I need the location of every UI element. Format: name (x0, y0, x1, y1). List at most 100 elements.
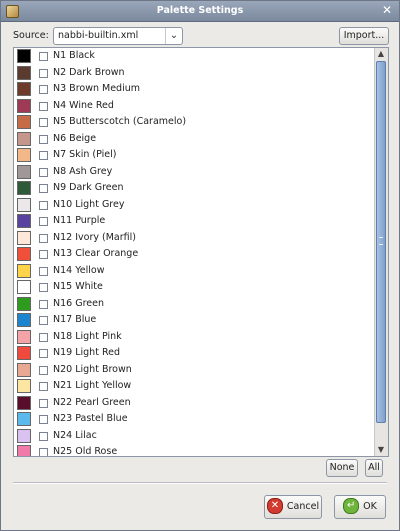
palette-checkbox[interactable] (39, 448, 48, 456)
palette-label: N8 Ash Grey (53, 165, 113, 177)
ok-button[interactable]: ↵ OK (334, 495, 386, 519)
palette-label: N17 Blue (53, 314, 97, 325)
palette-list-items: N1 Black N2 Dark Brown N3 Brown Medium N4 W… (14, 48, 375, 456)
palette-checkbox[interactable] (39, 217, 48, 226)
palette-row[interactable]: N10 Light Grey (14, 197, 375, 214)
palette-row[interactable]: N19 Light Red (14, 345, 375, 362)
palette-label: N22 Pearl Green (53, 396, 131, 408)
vertical-scrollbar[interactable]: ▲ ▼ (374, 48, 388, 456)
palette-row[interactable]: N17 Blue (14, 312, 375, 329)
palette-row[interactable]: N14 Yellow (14, 263, 375, 280)
color-swatch (17, 379, 31, 393)
palette-row[interactable]: N13 Clear Orange (14, 246, 375, 263)
palette-row[interactable]: N18 Light Pink (14, 329, 375, 346)
palette-checkbox[interactable] (39, 200, 48, 210)
palette-row[interactable]: N1 Black (14, 48, 375, 65)
window-title: Palette Settings (156, 5, 244, 16)
palette-checkbox[interactable] (39, 134, 48, 144)
palette-row[interactable]: N11 Purple (14, 213, 375, 230)
source-label: Source: (13, 30, 49, 41)
color-swatch (17, 164, 31, 179)
palette-checkbox[interactable] (39, 431, 48, 441)
palette-checkbox[interactable] (39, 233, 48, 243)
palette-checkbox[interactable] (39, 68, 48, 78)
color-swatch (17, 98, 31, 113)
color-swatch (17, 362, 31, 377)
palette-checkbox[interactable] (39, 332, 48, 342)
color-swatch (17, 263, 31, 278)
scrollbar-thumb[interactable] (376, 61, 386, 423)
select-all-button[interactable]: All (365, 459, 383, 477)
palette-checkbox[interactable] (39, 151, 48, 160)
palette-label: N19 Light Red (53, 347, 120, 358)
palette-checkbox[interactable] (39, 398, 48, 408)
palette-row[interactable]: N21 Light Yellow (14, 378, 375, 395)
palette-label: N11 Purple (53, 215, 106, 226)
palette-label: N25 Old Rose (53, 446, 118, 456)
chevron-down-icon[interactable]: ⌄ (165, 28, 182, 44)
palette-list[interactable]: N1 Black N2 Dark Brown N3 Brown Medium N4 W… (13, 47, 389, 457)
palette-checkbox[interactable] (39, 85, 48, 94)
palette-checkbox[interactable] (39, 316, 48, 325)
cancel-button[interactable]: ✕ Cancel (264, 495, 322, 519)
close-icon[interactable]: ✕ (381, 4, 393, 16)
palette-row[interactable]: N7 Skin (Piel) (14, 147, 375, 164)
import-button[interactable]: Import... (339, 27, 389, 45)
source-select[interactable]: nabbi-builtin.xml ⌄ (53, 27, 183, 45)
palette-label: N13 Clear Orange (53, 248, 139, 259)
palette-checkbox[interactable] (39, 415, 48, 424)
palette-checkbox[interactable] (39, 365, 48, 375)
palette-row[interactable]: N23 Pastel Blue (14, 411, 375, 428)
color-swatch (17, 247, 31, 261)
palette-row[interactable]: N5 Butterscotch (Caramelo) (14, 114, 375, 131)
palette-checkbox[interactable] (39, 101, 48, 111)
palette-row[interactable]: N3 Brown Medium (14, 81, 375, 98)
scroll-up-icon[interactable]: ▲ (375, 48, 387, 60)
color-swatch (17, 296, 31, 311)
ok-label: OK (363, 501, 377, 512)
palette-row[interactable]: N12 Ivory (Marfil) (14, 230, 375, 247)
palette-checkbox[interactable] (39, 184, 48, 193)
palette-checkbox[interactable] (39, 349, 48, 358)
palette-checkbox[interactable] (39, 167, 48, 177)
palette-settings-dialog: Palette Settings ✕ Source: nabbi-builtin… (0, 0, 400, 531)
color-swatch (17, 412, 31, 426)
color-swatch (17, 329, 31, 344)
color-swatch (17, 395, 31, 410)
palette-row[interactable]: N15 White (14, 279, 375, 296)
palette-checkbox[interactable] (39, 266, 48, 276)
scroll-down-icon[interactable]: ▼ (375, 444, 387, 456)
palette-checkbox[interactable] (39, 283, 48, 292)
palette-label: N7 Skin (Piel) (53, 149, 117, 160)
palette-row[interactable]: N2 Dark Brown (14, 65, 375, 82)
palette-row[interactable]: N20 Light Brown (14, 362, 375, 379)
palette-checkbox[interactable] (39, 382, 48, 391)
grip-icon (379, 237, 383, 245)
palette-checkbox[interactable] (39, 250, 48, 259)
palette-row[interactable]: N8 Ash Grey (14, 164, 375, 181)
palette-row[interactable]: N16 Green (14, 296, 375, 313)
palette-label: N1 Black (53, 50, 95, 61)
ok-arrow-icon: ↵ (343, 497, 360, 514)
source-row: Source: nabbi-builtin.xml ⌄ Import... (13, 27, 389, 45)
palette-row[interactable]: N6 Beige (14, 131, 375, 148)
palette-checkbox[interactable] (39, 52, 48, 61)
color-swatch (17, 197, 31, 212)
palette-row[interactable]: N24 Lilac (14, 428, 375, 445)
palette-row[interactable]: N9 Dark Green (14, 180, 375, 197)
palette-checkbox[interactable] (39, 118, 48, 127)
palette-label: N14 Yellow (53, 264, 105, 276)
palette-row[interactable]: N22 Pearl Green (14, 395, 375, 412)
select-none-button[interactable]: None (326, 459, 358, 477)
palette-checkbox[interactable] (39, 299, 48, 309)
color-swatch (17, 131, 31, 146)
palette-label: N2 Dark Brown (53, 66, 125, 78)
app-icon (6, 5, 19, 18)
color-swatch (17, 230, 31, 245)
palette-label: N6 Beige (53, 132, 97, 144)
color-swatch (17, 428, 31, 443)
color-swatch (17, 49, 31, 63)
title-bar[interactable]: Palette Settings ✕ (1, 1, 399, 22)
palette-row[interactable]: N25 Old Rose (14, 444, 375, 456)
palette-row[interactable]: N4 Wine Red (14, 98, 375, 115)
